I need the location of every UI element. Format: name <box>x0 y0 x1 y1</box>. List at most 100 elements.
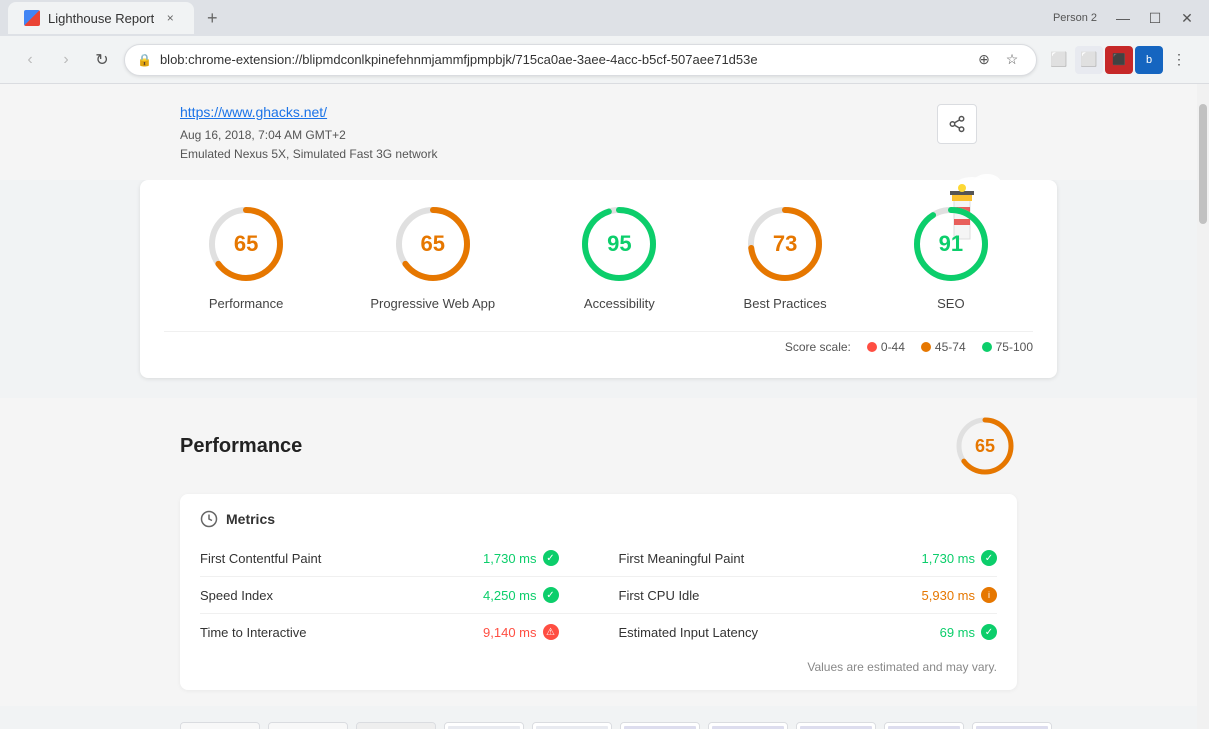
scale-red: 0-44 <box>867 340 905 354</box>
orange-dot <box>921 342 931 352</box>
tab-favicon <box>24 10 40 26</box>
estimates-note: Values are estimated and may vary. <box>200 660 997 674</box>
eil-name: Estimated Input Latency <box>619 625 940 640</box>
new-tab-button[interactable]: + <box>198 4 226 32</box>
scores-row: 65 Performance 65 Progres <box>164 204 1033 311</box>
address-bar: ‹ › ↻ 🔒 blob:chrome-extension://blipmdco… <box>0 36 1209 84</box>
url-text: blob:chrome-extension://blipmdconlkpinef… <box>160 52 964 67</box>
performance-score: 65 <box>234 231 258 257</box>
maximize-button[interactable]: ☐ <box>1141 4 1169 32</box>
active-tab[interactable]: Lighthouse Report × <box>8 2 194 34</box>
accessibility-label: Accessibility <box>584 296 655 311</box>
performance-circle: 65 <box>206 204 286 284</box>
scale-orange-range: 45-74 <box>935 340 966 354</box>
score-accessibility[interactable]: 95 Accessibility <box>579 204 659 311</box>
fci-value: 5,930 ms <box>922 588 975 603</box>
window-controls: Person 2 — ☐ ✕ <box>1053 4 1201 32</box>
minimize-button[interactable]: — <box>1109 4 1137 32</box>
seo-circle: 91 <box>911 204 991 284</box>
fmp-value: 1,730 ms <box>922 551 975 566</box>
fcp-name: First Contentful Paint <box>200 551 483 566</box>
refresh-button[interactable]: ↻ <box>88 46 116 74</box>
report-header: https://www.ghacks.net/ Aug 16, 2018, 7:… <box>0 84 1197 180</box>
thumbnail-4 <box>444 722 524 729</box>
performance-title: Performance <box>180 435 302 458</box>
fmp-name: First Meaningful Paint <box>619 551 922 566</box>
translate-icon[interactable]: ⊕ <box>972 48 996 72</box>
scale-orange: 45-74 <box>921 340 966 354</box>
metrics-clock-icon <box>200 510 218 528</box>
metrics-header: Metrics <box>200 510 997 528</box>
thumbnail-2 <box>268 722 348 729</box>
thumbnail-8 <box>796 722 876 729</box>
extension-icon-1[interactable]: ⬜ <box>1075 46 1103 74</box>
metric-fmp: First Meaningful Paint 1,730 ms ✓ <box>599 540 998 577</box>
score-performance[interactable]: 65 Performance <box>206 204 286 311</box>
accessibility-score: 95 <box>607 231 631 257</box>
bookmark-icon[interactable]: ☆ <box>1000 48 1024 72</box>
tab-close-button[interactable]: × <box>162 10 178 26</box>
fcp-value: 1,730 ms <box>483 551 536 566</box>
metrics-grid: First Contentful Paint 1,730 ms ✓ First … <box>200 540 997 650</box>
performance-header: Performance 65 <box>180 414 1017 478</box>
score-pwa[interactable]: 65 Progressive Web App <box>370 204 495 311</box>
eil-value: 69 ms <box>940 625 975 640</box>
extension-icon-3[interactable]: b <box>1135 46 1163 74</box>
accessibility-circle: 95 <box>579 204 659 284</box>
url-bar[interactable]: 🔒 blob:chrome-extension://blipmdconlkpin… <box>124 44 1037 76</box>
green-dot <box>982 342 992 352</box>
metrics-title: Metrics <box>226 511 275 527</box>
lock-icon: 🔒 <box>137 53 152 67</box>
cast-icon[interactable]: ⬜ <box>1045 46 1073 74</box>
best-practices-circle: 73 <box>745 204 825 284</box>
score-seo[interactable]: 91 SEO <box>911 204 991 311</box>
si-name: Speed Index <box>200 588 483 603</box>
tti-icon: ⚠ <box>543 624 559 640</box>
fci-name: First CPU Idle <box>619 588 922 603</box>
close-button[interactable]: ✕ <box>1173 4 1201 32</box>
thumbnail-6 <box>620 722 700 729</box>
best-practices-label: Best Practices <box>744 296 827 311</box>
score-scale: Score scale: 0-44 45-74 75-100 <box>164 331 1033 354</box>
menu-button[interactable]: ⋮ <box>1165 46 1193 74</box>
red-dot <box>867 342 877 352</box>
chrome-window: Lighthouse Report × + Person 2 — ☐ ✕ ‹ ›… <box>0 0 1209 729</box>
content-area: https://www.ghacks.net/ Aug 16, 2018, 7:… <box>0 84 1209 729</box>
page-content: https://www.ghacks.net/ Aug 16, 2018, 7:… <box>0 84 1197 729</box>
scrollbar[interactable] <box>1197 84 1209 729</box>
site-url[interactable]: https://www.ghacks.net/ <box>180 104 327 120</box>
metrics-card: Metrics First Contentful Paint 1,730 ms … <box>180 494 1017 690</box>
tti-value: 9,140 ms <box>483 625 536 640</box>
fcp-icon: ✓ <box>543 550 559 566</box>
report-device: Emulated Nexus 5X, Simulated Fast 3G net… <box>180 147 437 161</box>
thumbnail-5 <box>532 722 612 729</box>
thumbnail-7 <box>708 722 788 729</box>
metric-tti: Time to Interactive 9,140 ms ⚠ <box>200 614 599 650</box>
report-date: Aug 16, 2018, 7:04 AM GMT+2 <box>180 128 346 142</box>
scale-red-range: 0-44 <box>881 340 905 354</box>
si-value: 4,250 ms <box>483 588 536 603</box>
thumbnail-1 <box>180 722 260 729</box>
eil-icon: ✓ <box>981 624 997 640</box>
extension-icon-2[interactable]: ⬛ <box>1105 46 1133 74</box>
share-button[interactable] <box>937 104 977 144</box>
perf-score-number: 65 <box>975 436 995 457</box>
tti-name: Time to Interactive <box>200 625 483 640</box>
performance-label: Performance <box>209 296 283 311</box>
back-button[interactable]: ‹ <box>16 46 44 74</box>
metric-eil: Estimated Input Latency 69 ms ✓ <box>599 614 998 650</box>
metric-fci: First CPU Idle 5,930 ms i <box>599 577 998 614</box>
url-actions: ⊕ ☆ <box>972 48 1024 72</box>
si-icon: ✓ <box>543 587 559 603</box>
thumbnail-9 <box>884 722 964 729</box>
pwa-score: 65 <box>420 231 444 257</box>
scrollbar-thumb[interactable] <box>1199 104 1207 224</box>
report-meta: Aug 16, 2018, 7:04 AM GMT+2 Emulated Nex… <box>180 126 1017 164</box>
scale-green: 75-100 <box>982 340 1033 354</box>
score-scale-label: Score scale: <box>785 340 851 354</box>
performance-section: Performance 65 Metrics <box>0 398 1197 706</box>
best-practices-score: 73 <box>773 231 797 257</box>
score-best-practices[interactable]: 73 Best Practices <box>744 204 827 311</box>
forward-button[interactable]: › <box>52 46 80 74</box>
tab-title: Lighthouse Report <box>48 11 154 26</box>
